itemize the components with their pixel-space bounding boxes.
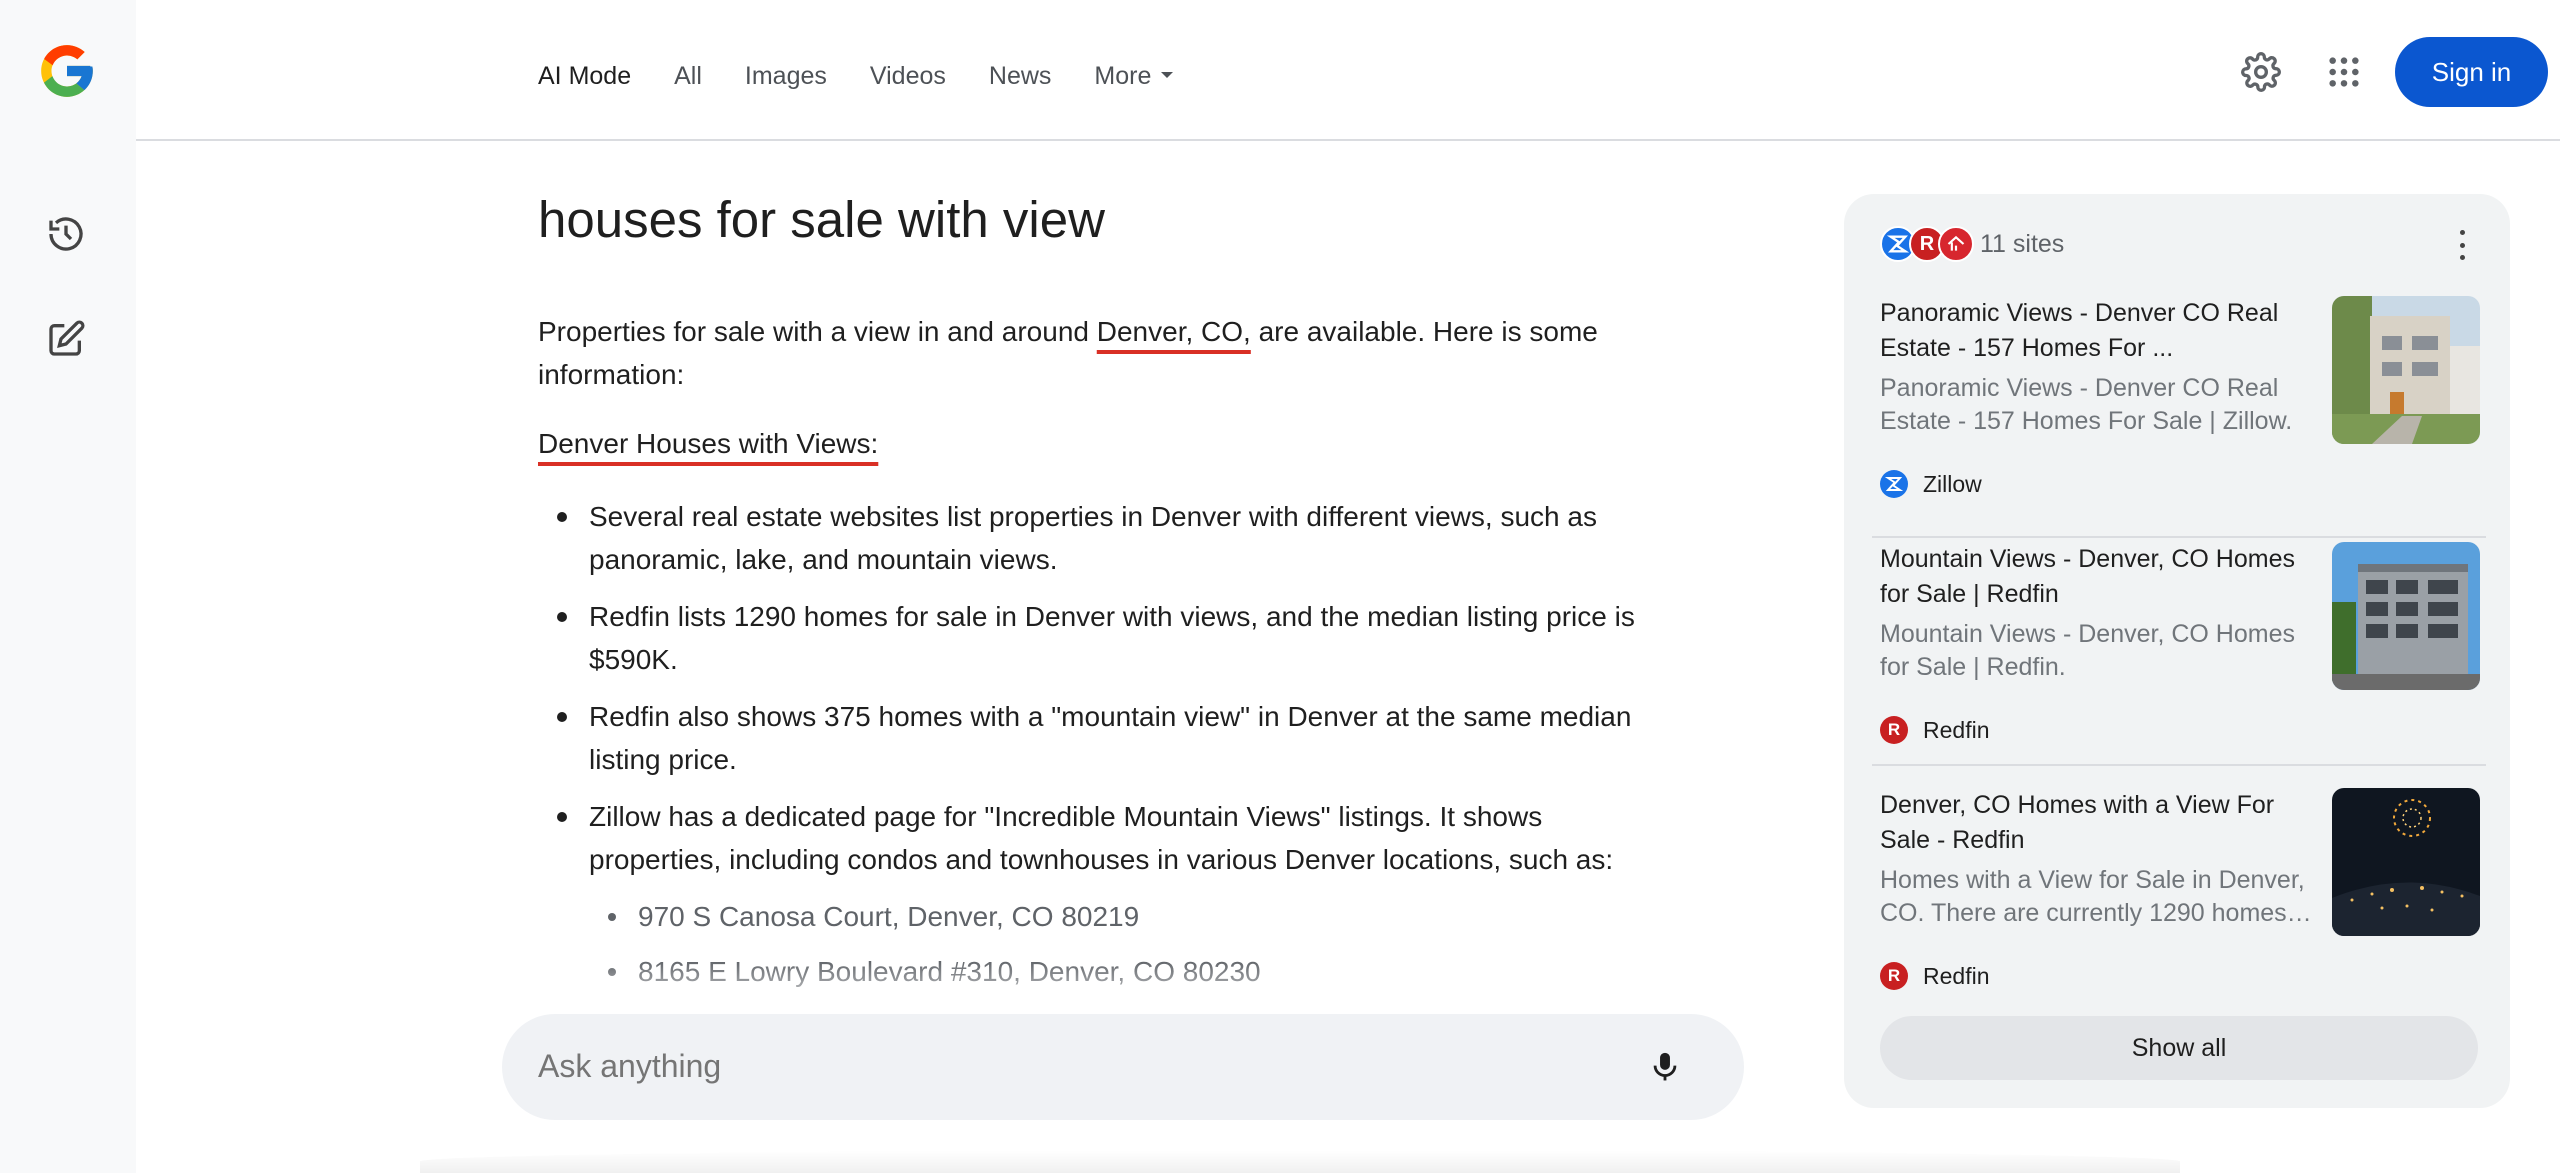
source-name: Redfin	[1923, 962, 1990, 989]
source-card-snippet: Homes with a View for Sale in Denver, CO…	[1880, 866, 2312, 927]
divider	[1872, 536, 2486, 538]
ai-answer: houses for sale with view Properties for…	[538, 190, 1678, 987]
sites-count: 11 sites	[1980, 229, 2065, 258]
settings-icon[interactable]	[2239, 50, 2283, 94]
microphone-icon[interactable]	[1642, 1044, 1688, 1090]
google-logo[interactable]	[36, 40, 98, 102]
source-name: Zillow	[1923, 470, 1982, 497]
source-card-site: Zillow	[1880, 470, 1982, 498]
history-icon[interactable]	[42, 210, 90, 258]
list-item: Redfin lists 1290 homes for sale in Denv…	[538, 595, 1678, 681]
left-rail	[0, 0, 136, 1173]
zillow-icon	[1880, 470, 1908, 498]
realtor-icon	[1938, 226, 1974, 262]
source-card-site: R Redfin	[1880, 716, 1989, 744]
list-item: Several real estate websites list proper…	[538, 495, 1678, 581]
source-card[interactable]: Mountain Views - Denver, CO Homes for Sa…	[1880, 542, 2480, 766]
source-card-title[interactable]: Mountain Views - Denver, CO Homes for Sa…	[1880, 542, 2320, 612]
source-name: Redfin	[1923, 716, 1990, 743]
list-item: Redfin also shows 375 homes with a "moun…	[538, 695, 1678, 781]
bullet-list: Several real estate websites list proper…	[538, 495, 1678, 1007]
tab-all[interactable]: All	[674, 62, 702, 91]
new-chat-icon[interactable]	[42, 315, 90, 363]
query-title: houses for sale with view	[538, 191, 1105, 248]
tab-more-label: More	[1094, 62, 1152, 90]
ask-input[interactable]	[538, 1048, 1538, 1085]
source-thumbnail[interactable]	[2332, 542, 2480, 690]
tab-ai-mode[interactable]: AI Mode	[538, 62, 631, 91]
scroll-fade	[440, 960, 1740, 1020]
top-bar: AI Mode All Images Videos News More	[136, 0, 2560, 141]
show-all-button[interactable]: Show all	[1880, 1016, 2478, 1080]
source-card-snippet: Panoramic Views - Denver CO Real Estate …	[1880, 374, 2293, 435]
source-card[interactable]: Denver, CO Homes with a View For Sale - …	[1880, 788, 2480, 1012]
divider	[1872, 764, 2486, 766]
section-heading[interactable]: Denver Houses with Views:	[538, 428, 878, 460]
source-card-title[interactable]: Panoramic Views - Denver CO Real Estate …	[1880, 296, 2320, 366]
source-card-snippet: Mountain Views - Denver, CO Homes for Sa…	[1880, 620, 2295, 681]
intro-text-before: Properties for sale with a view in and a…	[538, 316, 1097, 347]
caret-down-icon	[1161, 72, 1174, 79]
search-tabs: AI Mode All Images Videos News More	[538, 62, 1216, 91]
sources-header[interactable]: R 11 sites	[1880, 222, 2064, 266]
source-thumbnail[interactable]	[2332, 788, 2480, 936]
more-options-icon[interactable]	[2450, 230, 2474, 260]
source-thumbnail[interactable]	[2332, 296, 2480, 444]
tab-news[interactable]: News	[989, 62, 1052, 91]
tab-more[interactable]: More	[1094, 62, 1174, 91]
tab-videos[interactable]: Videos	[870, 62, 946, 91]
sign-in-button[interactable]: Sign in	[2395, 37, 2548, 107]
source-card[interactable]: Panoramic Views - Denver CO Real Estate …	[1880, 296, 2480, 520]
ask-bar	[502, 1014, 1744, 1120]
redfin-icon: R	[1880, 962, 1908, 990]
tab-images[interactable]: Images	[745, 62, 827, 91]
address-item: 970 S Canosa Court, Denver, CO 80219	[538, 895, 1678, 938]
redfin-icon: R	[1880, 716, 1908, 744]
source-favicons: R	[1880, 222, 1980, 266]
list-item-text: Zillow has a dedicated page for "Incredi…	[589, 801, 1614, 875]
bottom-shadow	[420, 1150, 2180, 1173]
apps-grid-icon[interactable]	[2322, 50, 2366, 94]
source-card-title[interactable]: Denver, CO Homes with a View For Sale - …	[1880, 788, 2320, 858]
sources-panel: R 11 sites Panoramic Views - Denver CO R…	[1844, 194, 2510, 1108]
intro-paragraph: Properties for sale with a view in and a…	[538, 310, 1678, 396]
source-card-site: R Redfin	[1880, 962, 1989, 990]
location-link[interactable]: Denver, CO,	[1097, 316, 1251, 347]
